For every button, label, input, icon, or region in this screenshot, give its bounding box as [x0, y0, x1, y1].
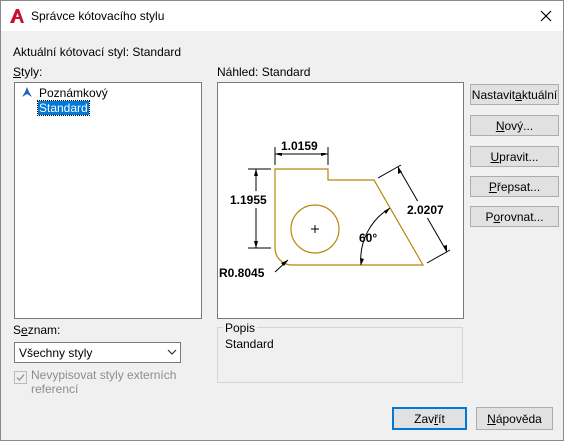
description-group [217, 327, 463, 383]
btn-text: ktuální [521, 87, 558, 102]
list-item-standard[interactable]: Standard [37, 100, 90, 116]
chevron-down-icon [167, 349, 177, 355]
btn-text: Zav [414, 411, 435, 426]
label-text: S [13, 323, 22, 337]
list-item-label: Poznámkový [39, 86, 108, 100]
btn-accel: N [487, 411, 496, 426]
xref-checkbox-label-line1: Nevypisovat styly externích [31, 368, 177, 382]
btn-accel: o [493, 209, 501, 224]
window-title: Správce kótovacího stylu [31, 9, 165, 23]
btn-accel: P [488, 179, 497, 194]
current-style-label: Aktuální kótovací styl: Standard [13, 45, 182, 59]
preview-panel: 1.0159 1.1955 2.0207 60° R0.8045 [217, 82, 464, 319]
dim-left-text: 1.1955 [230, 193, 267, 207]
new-button[interactable]: Nový... [470, 115, 559, 136]
dimension-preview-drawing: 1.0159 1.1955 2.0207 60° R0.8045 [219, 136, 452, 280]
list-filter-label: Seznam: [13, 323, 60, 337]
dim-angle-text: 60° [359, 231, 377, 245]
styles-label-accel: S [13, 65, 22, 79]
btn-accel: a [515, 87, 522, 102]
styles-label-text: tyly: [21, 65, 43, 79]
description-value: Standard [225, 337, 274, 351]
btn-text: rovnat... [500, 209, 544, 224]
title-bar[interactable]: Správce kótovacího stylu [1, 1, 563, 31]
modify-button[interactable]: Upravit... [470, 146, 559, 167]
compare-button[interactable]: Po rovnat... [470, 206, 559, 227]
xref-checkbox-label-line2: referencí [31, 382, 79, 396]
label-accel: e [21, 323, 28, 337]
dim-right-text: 2.0207 [407, 203, 444, 217]
btn-text: řepsat... [496, 179, 541, 194]
help-button[interactable]: Nápověda [476, 407, 553, 430]
description-label: Popis [223, 321, 258, 335]
list-item-label: Standard [37, 100, 90, 116]
list-item-poznamkovy[interactable]: Poznámkový [21, 86, 108, 100]
btn-accel: U [490, 149, 500, 164]
styles-label: Styly: [13, 65, 42, 79]
btn-text: pravit... [499, 149, 539, 164]
xref-styles-checkbox[interactable] [14, 371, 27, 384]
list-filter-value: Všechny styly [19, 346, 93, 360]
list-filter-dropdown[interactable]: Všechny styly [14, 342, 181, 363]
dim-radius-text: R0.8045 [219, 266, 265, 280]
btn-text: Nastavit [471, 87, 516, 102]
btn-text: ový... [504, 118, 534, 133]
label-text: znam: [27, 323, 61, 337]
btn-accel: N [495, 118, 505, 133]
checkmark-icon [16, 374, 25, 382]
btn-text: P [485, 209, 494, 224]
dimension-style-manager-dialog: Správce kótovacího stylu Aktuální kótova… [0, 0, 564, 441]
close-window-button[interactable] [529, 1, 563, 31]
close-button[interactable]: Zav ř ít [392, 407, 467, 430]
btn-text: ít [438, 411, 445, 426]
styles-listbox[interactable]: Poznámkový Standard [14, 82, 202, 319]
annotative-icon [22, 87, 32, 97]
autocad-app-icon [10, 9, 24, 23]
override-button[interactable]: Přepsat... [470, 176, 559, 197]
close-icon [540, 10, 552, 22]
set-current-button[interactable]: Nastavit a ktuální [470, 84, 559, 105]
preview-label: Náhled: Standard [217, 65, 311, 79]
btn-text: ápověda [495, 411, 542, 426]
dim-top-text: 1.0159 [281, 139, 318, 153]
